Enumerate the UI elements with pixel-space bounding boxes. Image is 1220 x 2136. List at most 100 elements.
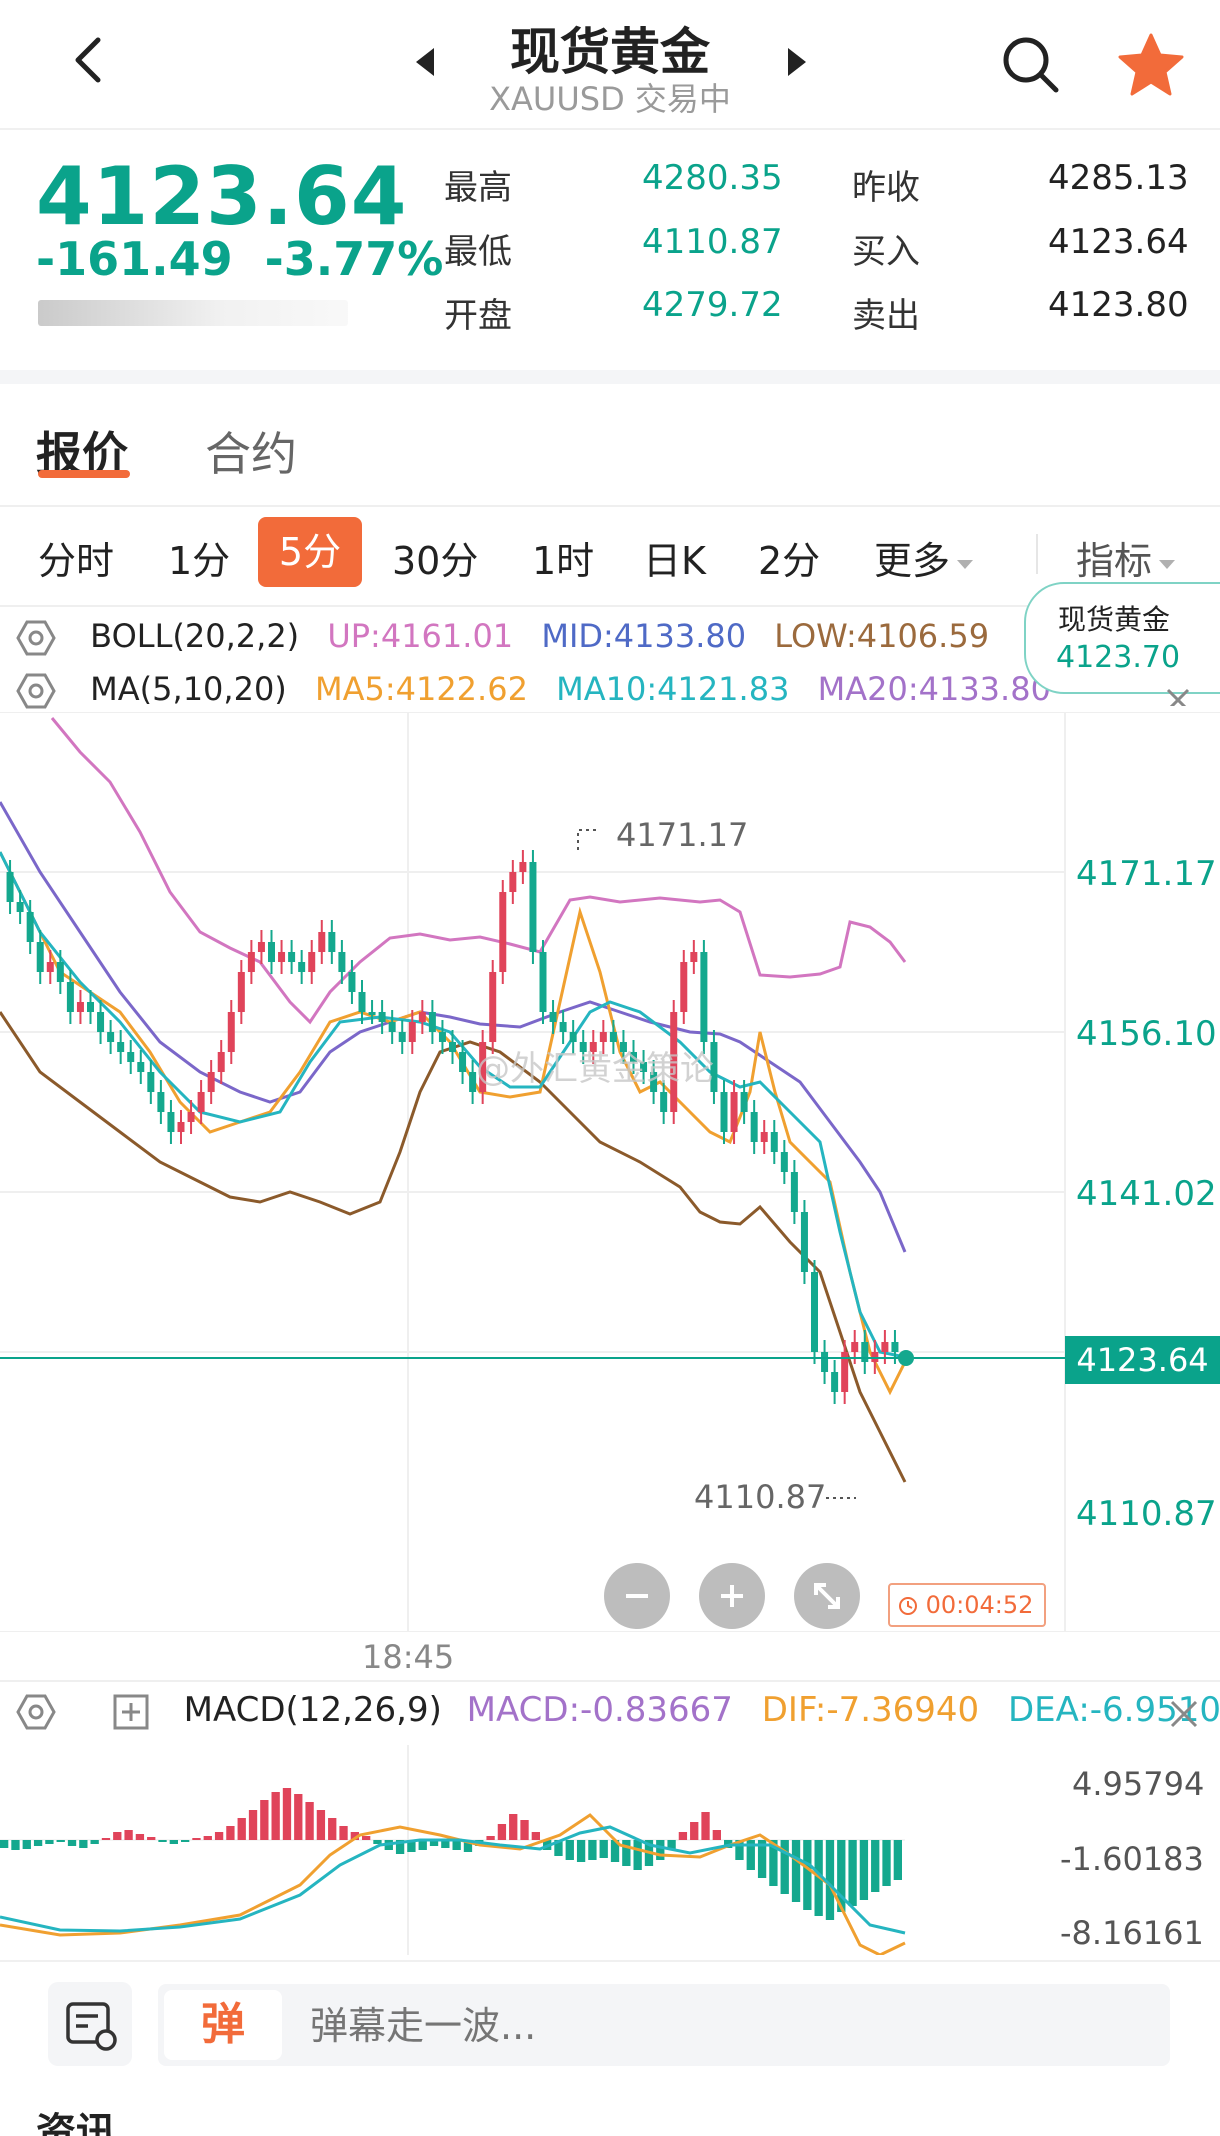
section-divider [0,370,1220,384]
macd-bar [509,1814,518,1840]
candle-body [107,1032,115,1042]
candle-body [137,1062,145,1072]
stat-value-high: 4280.35 [642,158,783,198]
candle-body [831,1372,839,1392]
candle-body [147,1072,155,1092]
next-instrument-button[interactable] [782,42,812,82]
candle-body [247,952,255,972]
zoom-out-button[interactable] [604,1563,670,1629]
tabs-divider [0,505,1220,507]
macd-chart[interactable] [0,1745,1220,1955]
candle-body [237,972,245,1012]
indicator-menu[interactable]: 指标 [1076,530,1178,585]
macd-bar [859,1840,869,1900]
macd-bar [588,1840,597,1860]
settings-hex-icon[interactable] [16,618,56,658]
candle-countdown: 00:04:52 [888,1583,1046,1627]
macd-bar [113,1832,122,1840]
stat-value-prev-close: 4285.13 [1048,158,1189,198]
stat-label-high: 最高 [444,168,512,208]
candle-body [157,1092,165,1112]
macd-bar [90,1840,99,1844]
timeframe-1min[interactable]: 1分 [168,530,230,585]
candle-body [428,1012,436,1032]
current-price-dot [898,1350,914,1366]
macd-bar [214,1832,224,1840]
ma5-value: MA5:4122.62 [314,670,528,708]
danmu-icon[interactable]: 弹 [164,1990,282,2060]
macd-bar [328,1818,337,1840]
macd-bar [486,1836,495,1840]
y-tick-2: 4156.10 [1076,1014,1217,1054]
macd-bar [531,1832,540,1840]
candle-body [268,942,275,962]
candle-body [348,972,356,992]
candle-body [780,1152,788,1172]
candle-body [298,962,306,972]
candle-body [388,1022,396,1032]
stat-label-bid: 买入 [852,232,920,272]
macd-y-tick-1: 4.95794 [1072,1765,1205,1803]
timeframe-5min[interactable]: 5分 [258,517,362,587]
search-icon [1003,37,1059,93]
timeframe-more-label: 更多 [874,539,951,583]
danmu-input[interactable] [310,2004,1110,2048]
note-icon [66,2002,117,2051]
macd-bar [11,1840,20,1850]
note-button[interactable] [48,1982,132,2066]
triangle-right-icon [788,48,806,76]
macd-bar [712,1830,721,1840]
countdown-value: 00:04:52 [925,1591,1034,1619]
candle-body [328,932,336,952]
watermark: @外汇黄金策论 [476,1049,714,1089]
candle-body [56,962,64,982]
y-tick-1: 4171.17 [1076,854,1217,894]
candle-body [730,1092,738,1132]
macd-bar [147,1837,156,1840]
zoom-in-button[interactable] [699,1563,765,1629]
macd-bar [633,1840,642,1870]
fullscreen-button[interactable] [794,1563,860,1629]
macd-bar [22,1840,31,1849]
ma-label: MA(5,10,20) [90,670,287,708]
candle-body [288,952,296,962]
macd-bar [656,1840,665,1860]
macd-bar [282,1788,292,1840]
macd-bar [803,1840,812,1910]
tab-contract[interactable]: 合约 [205,418,297,484]
close-icon[interactable] [1166,1696,1202,1732]
candle-body [881,1342,889,1352]
candle-body [207,1072,215,1092]
timeframe-1hour[interactable]: 1时 [532,530,594,585]
timeframe-2min[interactable]: 2分 [758,530,820,585]
favorite-button[interactable] [1116,30,1186,100]
candlestick-chart[interactable]: 4171.17 4110.87 @外汇黄金策论 [0,712,1220,1632]
timeframe-more[interactable]: 更多 [874,530,976,585]
prev-instrument-button[interactable] [410,42,440,82]
macd-bar [203,1836,212,1840]
settings-hex-icon[interactable] [16,1692,56,1732]
macd-bar [871,1840,880,1892]
search-button[interactable] [998,32,1062,96]
candle-body [227,1012,235,1052]
macd-bar [316,1810,326,1840]
candle-body [398,1032,406,1042]
candle-body [117,1042,125,1052]
macd-bar [599,1840,608,1858]
settings-hex-icon[interactable] [16,671,56,711]
macd-bar [248,1810,258,1840]
timeframe-daily[interactable]: 日K [643,530,706,585]
macd-bar [497,1824,507,1840]
add-indicator-icon[interactable] [111,1692,151,1732]
macd-histogram [0,1788,902,1920]
candle-body [408,1022,416,1042]
timeframe-30min[interactable]: 30分 [392,530,478,585]
close-icon[interactable] [1160,676,1200,706]
timeframe-intraday[interactable]: 分时 [38,530,114,585]
candle-body [891,1342,899,1352]
candle-body [197,1092,205,1112]
candle-body [66,982,74,1012]
candle-body [177,1122,185,1132]
macd-bar [192,1838,201,1840]
ma-row: MA(5,10,20) MA5:4122.62 MA10:4121.83 MA2… [16,670,1051,711]
